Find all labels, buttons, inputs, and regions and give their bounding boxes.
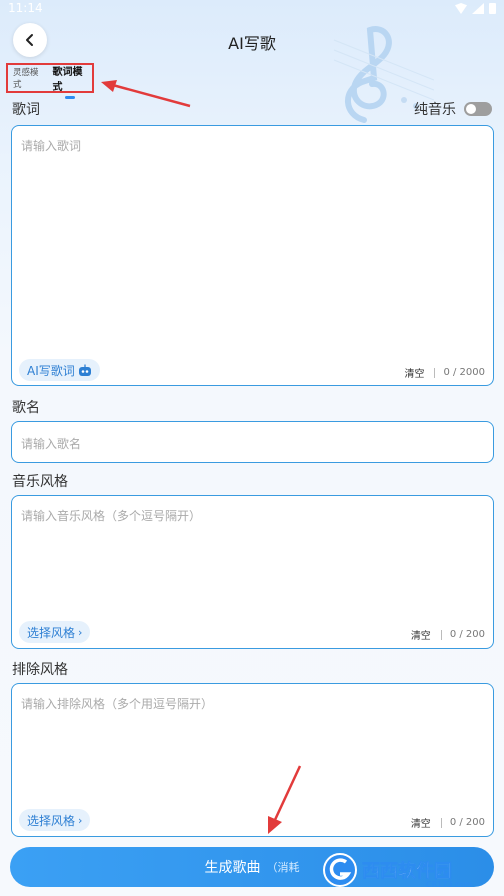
status-time: 11:14 xyxy=(8,1,43,15)
generate-cost-label: （消耗 xyxy=(266,861,300,874)
music-style-footer: 清空 0 / 200 xyxy=(411,627,485,642)
divider xyxy=(440,629,442,640)
exclude-style-placeholder: 请输入排除风格（多个用逗号隔开） xyxy=(21,697,214,711)
ai-write-lyrics-button[interactable]: AI写歌词 xyxy=(19,359,100,381)
chevron-right-icon: › xyxy=(78,625,83,639)
robot-icon xyxy=(78,364,91,376)
exclude-select-style-button[interactable]: 选择风格 › xyxy=(19,809,91,831)
select-style-label: 选择风格 xyxy=(27,625,76,640)
music-style-input[interactable]: 请输入音乐风格（多个逗号隔开） 选择风格 › 清空 0 / 200 xyxy=(11,495,494,649)
select-style-button[interactable]: 选择风格 › xyxy=(19,621,91,643)
svg-text:西西软件园: 西西软件园 xyxy=(362,860,452,882)
svg-text:CR173.com: CR173.com xyxy=(426,880,472,889)
pure-music-toggle-group: 纯音乐 xyxy=(414,99,492,119)
annotation-arrow-icon xyxy=(101,80,191,108)
lyrics-input[interactable]: 请输入歌词 AI写歌词 清空 0 / 2000 xyxy=(11,125,494,386)
lyrics-label: 歌词 xyxy=(12,102,40,118)
watermark-logo: 西西软件园 CR173.com xyxy=(323,853,472,889)
tab-lyrics-mode[interactable]: 歌词模式 xyxy=(52,63,92,99)
song-name-placeholder: 请输入歌名 xyxy=(21,437,82,451)
divider xyxy=(440,817,442,828)
tab-lyrics-label: 歌词模式 xyxy=(52,67,83,93)
pure-music-toggle[interactable] xyxy=(464,102,492,116)
music-style-char-count: 0 / 200 xyxy=(449,629,485,640)
exclude-style-clear-button[interactable]: 清空 xyxy=(411,815,431,830)
wifi-icon xyxy=(455,3,467,14)
battery-icon xyxy=(489,3,496,14)
exclude-style-char-count: 0 / 200 xyxy=(449,817,485,828)
page-title: AI写歌 xyxy=(228,34,276,53)
tab-inspiration-mode[interactable]: 灵感模式 xyxy=(13,66,47,90)
status-icons xyxy=(455,3,496,14)
pure-music-label: 纯音乐 xyxy=(414,102,456,118)
music-style-label: 音乐风格 xyxy=(12,474,68,490)
lyrics-clear-button[interactable]: 清空 xyxy=(404,365,424,380)
lyrics-placeholder: 请输入歌词 xyxy=(21,139,82,153)
signal-icon xyxy=(472,3,484,14)
status-bar: 11:14 xyxy=(0,0,504,20)
exclude-style-footer: 清空 0 / 200 xyxy=(411,815,485,830)
song-name-label: 歌名 xyxy=(12,400,40,416)
music-style-placeholder: 请输入音乐风格（多个逗号隔开） xyxy=(21,509,202,523)
ai-write-lyrics-label: AI写歌词 xyxy=(27,363,75,378)
generate-song-label: 生成歌曲 xyxy=(204,860,261,876)
music-style-clear-button[interactable]: 清空 xyxy=(411,627,431,642)
mode-tabs: 灵感模式 歌词模式 xyxy=(6,63,94,99)
song-name-input[interactable]: 请输入歌名 xyxy=(11,421,494,463)
divider xyxy=(434,367,436,378)
exclude-select-style-label: 选择风格 xyxy=(27,813,76,828)
lyrics-char-count: 0 / 2000 xyxy=(443,367,485,378)
exclude-style-label: 排除风格 xyxy=(12,662,68,678)
lyrics-footer: 清空 0 / 2000 xyxy=(404,365,485,380)
exclude-style-input[interactable]: 请输入排除风格（多个用逗号隔开） 选择风格 › 清空 0 / 200 xyxy=(11,683,494,837)
annotation-arrow-icon xyxy=(268,765,302,834)
chevron-right-icon: › xyxy=(78,813,83,827)
tab-active-indicator xyxy=(64,96,75,99)
